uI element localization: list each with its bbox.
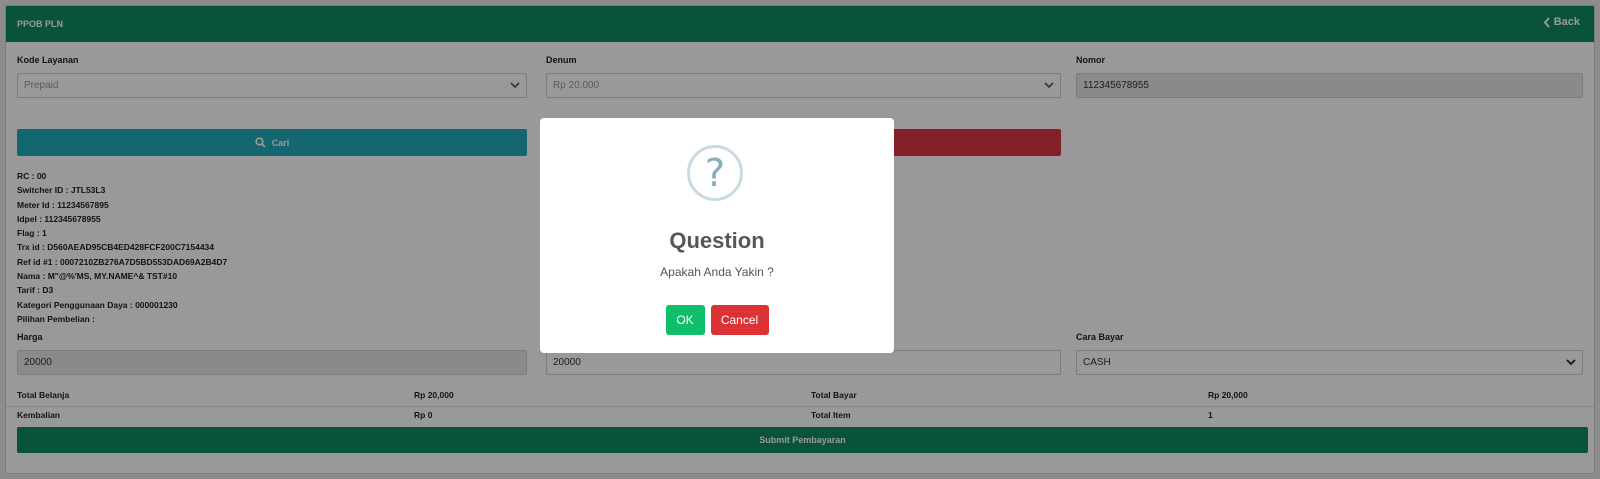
dialog-message: Apakah Anda Yakin ? [660,265,774,279]
dialog-actions: OK Cancel [540,305,894,335]
dialog-title: Question [669,228,765,253]
cancel-button[interactable]: Cancel [710,305,769,335]
confirm-dialog: ? Question Apakah Anda Yakin ? OK Cancel [540,118,894,353]
ok-button[interactable]: OK [665,305,705,335]
question-icon: ? [687,145,743,201]
